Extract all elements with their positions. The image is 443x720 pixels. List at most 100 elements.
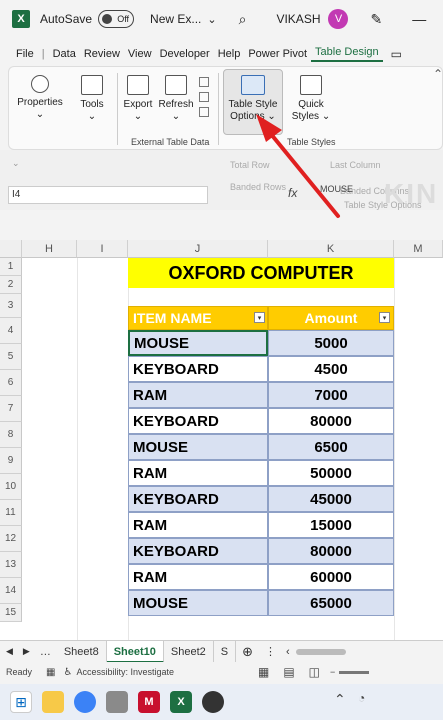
row-header[interactable]: 11	[0, 500, 22, 526]
more-sheets-icon[interactable]: …	[34, 646, 57, 658]
item-name-cell[interactable]: RAM	[128, 460, 268, 486]
name-box[interactable]: I4	[8, 186, 208, 204]
item-name-cell[interactable]: MOUSE	[128, 590, 268, 616]
banded-rows-option[interactable]: Banded Rows	[230, 182, 286, 192]
refresh-button[interactable]: Refresh ⌄	[157, 75, 195, 123]
file-explorer-icon[interactable]	[42, 691, 64, 713]
mcafee-icon[interactable]: M	[138, 691, 160, 713]
amount-cell[interactable]: 15000	[268, 512, 394, 538]
accessibility-icon[interactable]: ♿	[63, 667, 72, 678]
export-button[interactable]: Export ⌄	[121, 75, 155, 123]
row-header[interactable]: 7	[0, 396, 22, 422]
amount-cell[interactable]: 60000	[268, 564, 394, 590]
tab-more-icon[interactable]: ⋮	[259, 645, 282, 658]
column-header-k[interactable]: K	[268, 240, 394, 258]
macro-icon[interactable]: ▦	[46, 667, 55, 678]
row-header[interactable]: 3	[0, 294, 22, 318]
settings-icon[interactable]	[106, 691, 128, 713]
menu-view[interactable]: View	[124, 48, 156, 60]
column-header-j[interactable]: J	[128, 240, 268, 258]
amount-cell[interactable]: 7000	[268, 382, 394, 408]
scroll-left-icon[interactable]: ‹	[282, 646, 294, 658]
item-name-cell[interactable]: KEYBOARD	[128, 356, 268, 382]
row-header[interactable]: 9	[0, 448, 22, 474]
row-header[interactable]: 8	[0, 422, 22, 448]
scroll-left-icon[interactable]: ◀	[0, 646, 19, 657]
item-name-cell[interactable]: KEYBOARD	[128, 538, 268, 564]
avatar[interactable]: V	[328, 9, 349, 29]
search-icon[interactable]: ⌕	[239, 11, 247, 28]
table-style-options-button[interactable]: Table Style Options ⌄	[225, 75, 281, 123]
autosave-toggle[interactable]: Off	[98, 10, 135, 28]
excel-taskbar-icon[interactable]: X	[170, 691, 192, 713]
item-name-cell[interactable]: RAM	[128, 382, 268, 408]
corner-select-all[interactable]	[0, 240, 22, 258]
row-header[interactable]: 12	[0, 526, 22, 552]
amount-cell[interactable]: 50000	[268, 460, 394, 486]
windows-start-icon[interactable]: ⊞	[10, 691, 32, 713]
wifi-icon[interactable]: ◔	[358, 691, 380, 713]
properties-button[interactable]: Properties ⌄	[15, 75, 65, 121]
sheet-tab-sheet8[interactable]: Sheet8	[57, 640, 107, 663]
row-header[interactable]: 13	[0, 552, 22, 578]
row-header[interactable]: 6	[0, 370, 22, 396]
row-header[interactable]: 15	[0, 604, 22, 622]
collapse-ribbon-icon[interactable]: ⌃	[433, 67, 443, 81]
normal-view-icon[interactable]: ▦	[258, 665, 269, 679]
menu-file[interactable]: File	[0, 48, 38, 60]
zoom-out-icon[interactable]: −	[330, 667, 335, 677]
page-layout-icon[interactable]: ▤	[283, 665, 294, 679]
menu-help[interactable]: Help	[214, 48, 245, 60]
item-name-cell[interactable]: MOUSE	[128, 330, 268, 356]
add-sheet-icon[interactable]: ⊕	[236, 644, 259, 660]
amount-cell[interactable]: 80000	[268, 408, 394, 434]
system-tray-chevron-icon[interactable]: ⌃	[334, 691, 356, 713]
zoom-slider[interactable]	[339, 670, 370, 674]
row-header[interactable]: 2	[0, 276, 22, 294]
column-header-i[interactable]: I	[77, 240, 128, 258]
amount-cell[interactable]: 4500	[268, 356, 394, 382]
row-header[interactable]: 1	[0, 258, 22, 276]
horizontal-scrollbar[interactable]	[295, 648, 346, 655]
row-header[interactable]: 4	[0, 318, 22, 344]
minimize-icon[interactable]: —	[412, 11, 426, 27]
edge-icon[interactable]	[74, 691, 96, 713]
row-header[interactable]: 10	[0, 474, 22, 500]
pen-icon[interactable]: ✎	[370, 11, 382, 28]
last-column-option[interactable]: Last Column	[330, 160, 381, 170]
menu-review[interactable]: Review	[80, 48, 124, 60]
comment-icon[interactable]: ▭	[387, 47, 406, 61]
menu-developer[interactable]: Developer	[156, 48, 214, 60]
total-row-option[interactable]: Total Row	[230, 160, 270, 170]
row-header[interactable]: 14	[0, 578, 22, 604]
sheet-tab-sheet10[interactable]: Sheet10	[106, 640, 164, 663]
quick-styles-button[interactable]: Quick Styles ⌄	[289, 75, 333, 123]
filter-dropdown-icon[interactable]: ▾	[379, 312, 390, 323]
column-header-h[interactable]: H	[22, 240, 77, 258]
page-break-icon[interactable]: ◫	[309, 665, 320, 679]
menu-table-design[interactable]: Table Design	[311, 46, 383, 62]
item-name-cell[interactable]: KEYBOARD	[128, 408, 268, 434]
row-header[interactable]: 5	[0, 344, 22, 370]
amount-cell[interactable]: 80000	[268, 538, 394, 564]
item-name-cell[interactable]: RAM	[128, 512, 268, 538]
header-item-name[interactable]: ITEM NAME	[128, 306, 268, 330]
sheet-tab-sheet2[interactable]: Sheet2	[164, 640, 214, 663]
status-accessibility[interactable]: Accessibility: Investigate	[76, 667, 174, 677]
filename[interactable]: New Ex...	[150, 12, 201, 26]
menu-data[interactable]: Data	[49, 48, 80, 60]
amount-cell[interactable]: 6500	[268, 434, 394, 460]
header-amount[interactable]: Amount	[268, 306, 394, 330]
filter-dropdown-icon[interactable]: ▾	[254, 312, 265, 323]
link-icons[interactable]	[199, 77, 213, 117]
scroll-right-icon[interactable]: ▶	[19, 646, 34, 657]
item-name-cell[interactable]: KEYBOARD	[128, 486, 268, 512]
chevron-down-icon[interactable]: ⌄	[207, 13, 216, 26]
worksheet-grid[interactable]: H I J K M 1 2 3 4 5 6 7 8 9 10 11 12 13 14 15 OXFORD C…	[0, 240, 443, 640]
item-name-cell[interactable]: MOUSE	[128, 434, 268, 460]
amount-cell[interactable]: 5000	[268, 330, 394, 356]
amount-cell[interactable]: 65000	[268, 590, 394, 616]
item-name-cell[interactable]: RAM	[128, 564, 268, 590]
formula-bar[interactable]: MOUSE	[320, 184, 353, 194]
tools-button[interactable]: Tools ⌄	[75, 75, 109, 123]
